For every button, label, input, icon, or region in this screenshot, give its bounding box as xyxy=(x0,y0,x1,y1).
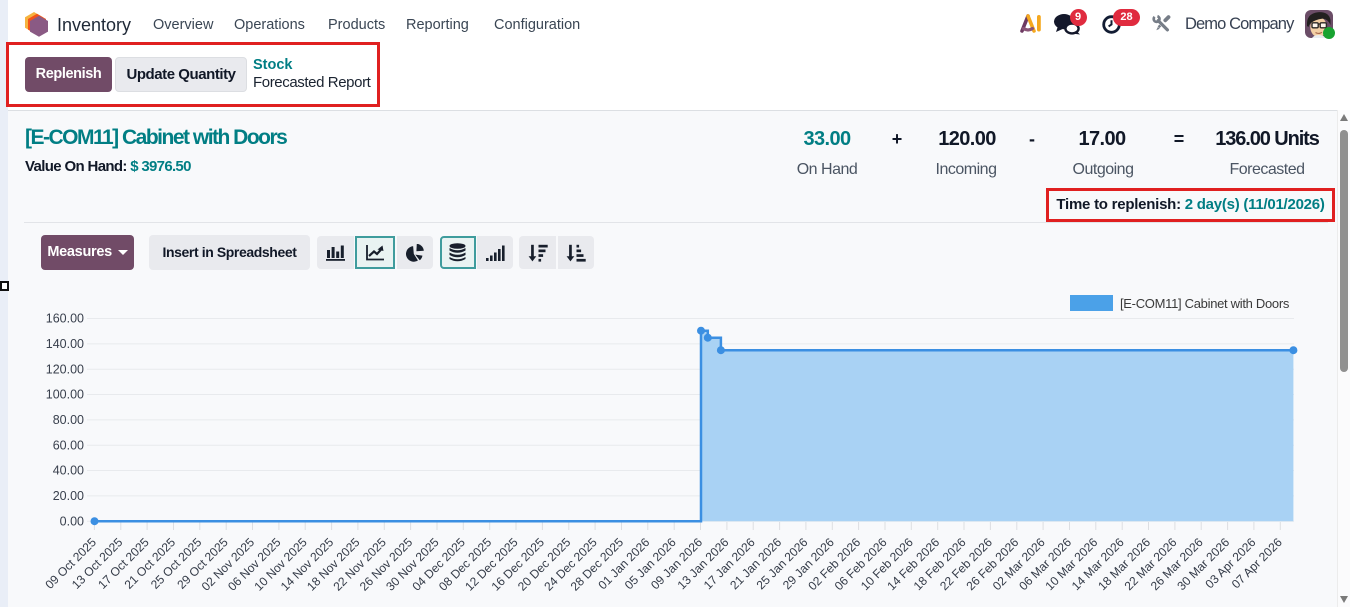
svg-text:20.00: 20.00 xyxy=(53,489,84,503)
svg-text:60.00: 60.00 xyxy=(53,438,84,452)
svg-text:120.00: 120.00 xyxy=(46,362,84,376)
svg-text:40.00: 40.00 xyxy=(53,464,84,478)
svg-text:100.00: 100.00 xyxy=(46,388,84,402)
svg-text:140.00: 140.00 xyxy=(46,337,84,351)
svg-text:0.00: 0.00 xyxy=(60,514,84,528)
svg-text:80.00: 80.00 xyxy=(53,413,84,427)
svg-text:160.00: 160.00 xyxy=(46,312,84,326)
